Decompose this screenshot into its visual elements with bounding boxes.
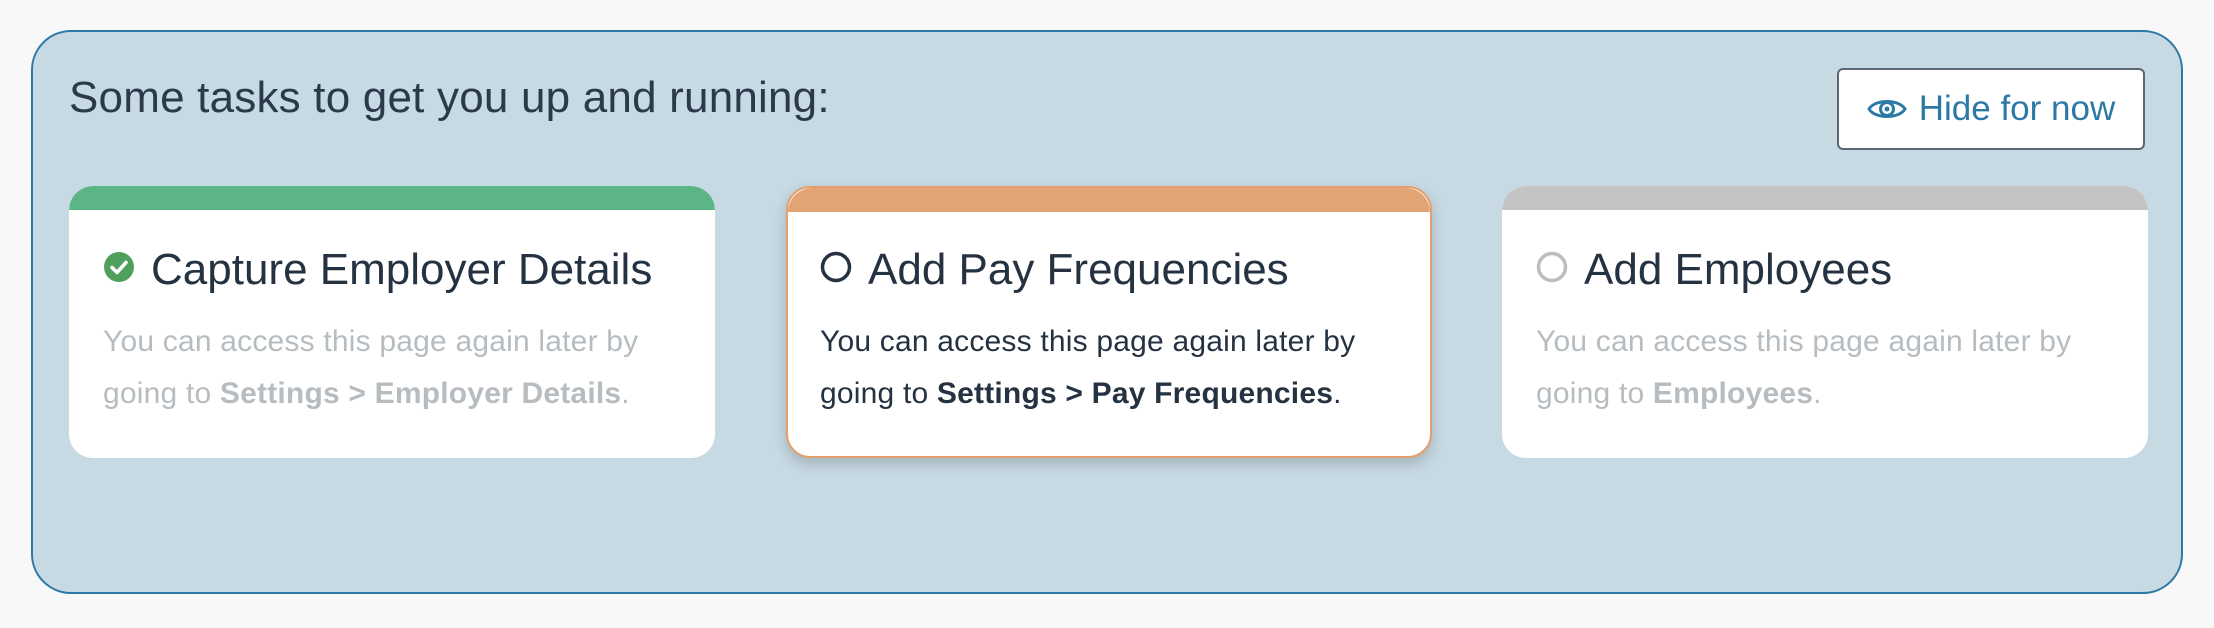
task-desc-suffix: . [1333,377,1342,410]
task-desc-suffix: . [621,377,630,410]
task-desc-link: Settings > Pay Frequencies [936,377,1334,410]
task-description: You can access this page again later by … [820,316,1420,420]
hide-for-now-button[interactable]: Hide for now [1837,68,2145,150]
task-desc-suffix: . [1813,377,1822,410]
hide-button-label: Hide for now [1918,89,2116,128]
empty-circle-icon [1536,251,1568,283]
panel-heading: Some tasks to get you up and running: [69,73,830,122]
task-status-bar [69,186,715,210]
task-description: You can access this page again later by … [1536,316,2136,420]
task-card-employer-details[interactable]: Capture Employer Details You can access … [69,186,715,458]
eye-icon [1866,95,1907,123]
task-desc-link: Settings > Employer Details [219,377,622,410]
empty-circle-icon [820,251,852,283]
task-title: Capture Employer Details [151,245,653,294]
task-title: Add Employees [1584,245,1893,294]
task-status-bar [1502,186,2148,210]
task-desc-link: Employees [1652,377,1814,410]
task-description: You can access this page again later by … [103,316,703,420]
task-card-pay-frequencies[interactable]: Add Pay Frequencies You can access this … [786,186,1432,458]
check-circle-icon [103,252,135,283]
task-title: Add Pay Frequencies [868,245,1289,294]
task-title-row: Capture Employer Details [103,245,653,294]
onboarding-tasks-panel: Some tasks to get you up and running: Hi… [31,30,2183,594]
task-title-row: Add Pay Frequencies [820,245,1289,294]
task-title-row: Add Employees [1536,245,1893,294]
task-cards: Capture Employer Details You can access … [69,186,2148,458]
task-card-employees[interactable]: Add Employees You can access this page a… [1502,186,2148,458]
task-status-bar [788,188,1430,212]
